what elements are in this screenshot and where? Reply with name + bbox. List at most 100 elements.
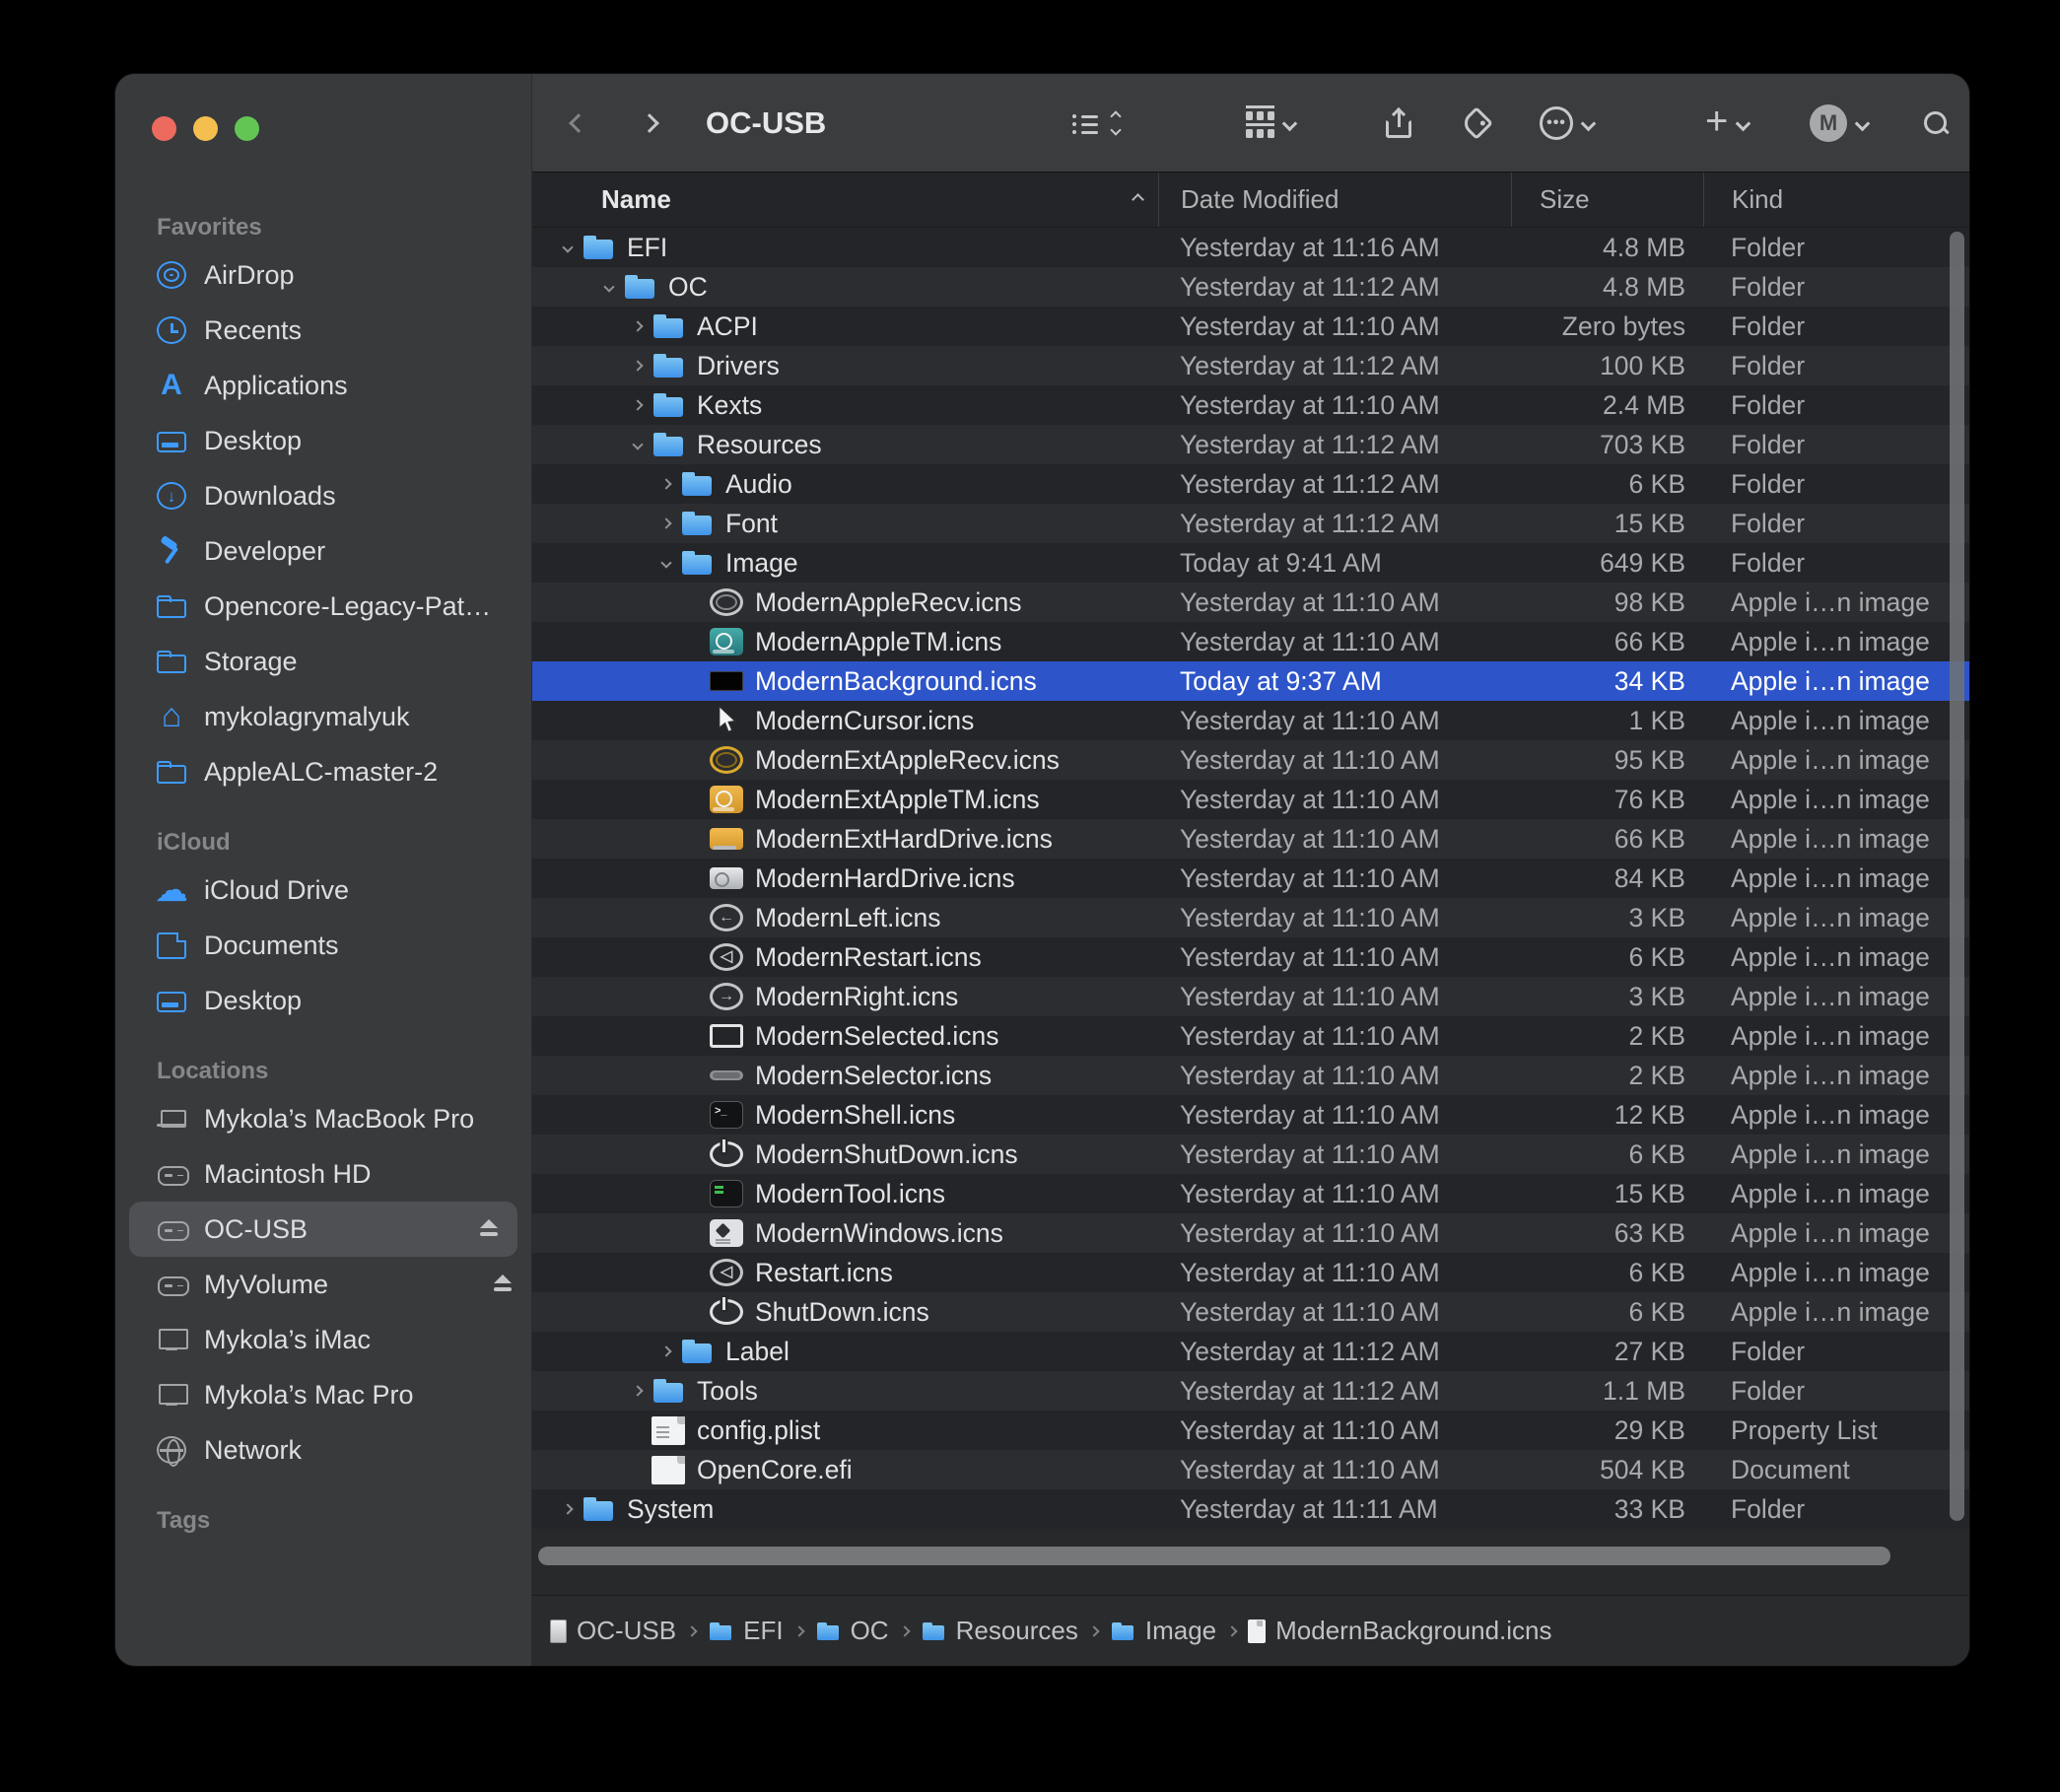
sidebar-item-opencore-legacy-pat-[interactable]: Opencore-Legacy-Pat… <box>115 579 531 634</box>
disclosure-down-icon[interactable] <box>595 283 623 291</box>
file-row[interactable]: ModernBackground.icnsToday at 9:37 AM34 … <box>532 661 1969 701</box>
file-row[interactable]: SystemYesterday at 11:11 AM33 KBFolder <box>532 1489 1969 1529</box>
file-row[interactable]: ModernAppleTM.icnsYesterday at 11:10 AM6… <box>532 622 1969 661</box>
file-row[interactable]: ToolsYesterday at 11:12 AM1.1 MBFolder <box>532 1371 1969 1411</box>
column-header-name[interactable]: Name <box>532 172 1158 227</box>
file-row[interactable]: OpenCore.efiYesterday at 11:10 AM504 KBD… <box>532 1450 1969 1489</box>
sidebar-item-macintosh-hd[interactable]: Macintosh HD <box>115 1146 531 1202</box>
path-separator-icon <box>793 1625 804 1636</box>
file-row[interactable]: KextsYesterday at 11:10 AM2.4 MBFolder <box>532 385 1969 425</box>
file-row[interactable]: DriversYesterday at 11:12 AM100 KBFolder <box>532 346 1969 385</box>
sidebar-item-icloud-drive[interactable]: iCloud Drive <box>115 862 531 918</box>
disclosure-down-icon[interactable] <box>624 441 652 448</box>
disclosure-right-icon[interactable] <box>652 480 680 488</box>
sidebar-item-myvolume[interactable]: MyVolume <box>115 1257 531 1312</box>
horizontal-scrollbar[interactable] <box>538 1547 1890 1565</box>
disclosure-down-icon[interactable] <box>652 559 680 567</box>
file-row[interactable]: ModernTool.icnsYesterday at 11:10 AM15 K… <box>532 1174 1969 1213</box>
file-row[interactable]: ModernWindows.icnsYesterday at 11:10 AM6… <box>532 1213 1969 1253</box>
column-header-size[interactable]: Size <box>1511 172 1703 227</box>
file-row[interactable]: ResourcesYesterday at 11:12 AM703 KBFold… <box>532 425 1969 464</box>
disclosure-right-icon[interactable] <box>652 1347 680 1355</box>
vertical-scrollbar[interactable] <box>1950 232 1964 1521</box>
file-row[interactable]: ←ModernLeft.icnsYesterday at 11:10 AM3 K… <box>532 898 1969 937</box>
account-button[interactable]: M <box>1810 74 1868 172</box>
disclosure-right-icon[interactable] <box>624 322 652 330</box>
file-row[interactable]: ModernExtAppleTM.icnsYesterday at 11:10 … <box>532 780 1969 819</box>
sidebar-item-recents[interactable]: Recents <box>115 303 531 358</box>
file-row[interactable]: LabelYesterday at 11:12 AM27 KBFolder <box>532 1332 1969 1371</box>
eject-icon[interactable] <box>476 1217 502 1241</box>
column-header-kind[interactable]: Kind <box>1703 172 1969 227</box>
file-row[interactable]: ACPIYesterday at 11:10 AMZero bytesFolde… <box>532 307 1969 346</box>
sidebar-item-label: Desktop <box>204 426 515 456</box>
disclosure-right-icon[interactable] <box>624 401 652 409</box>
file-row[interactable]: ModernExtHardDrive.icnsYesterday at 11:1… <box>532 819 1969 859</box>
close-button[interactable] <box>152 116 176 141</box>
name-cell: ◁Restart.icns <box>532 1253 1158 1292</box>
eject-icon[interactable] <box>490 1273 515 1296</box>
sidebar-item-airdrop[interactable]: AirDrop <box>115 247 531 303</box>
file-row[interactable]: OCYesterday at 11:12 AM4.8 MBFolder <box>532 267 1969 307</box>
pathbar-item[interactable]: Image <box>1110 1616 1216 1646</box>
column-header-date[interactable]: Date Modified <box>1158 172 1511 227</box>
view-mode-button[interactable] <box>1072 74 1120 172</box>
file-row[interactable]: →ModernRight.icnsYesterday at 11:10 AM3 … <box>532 977 1969 1016</box>
file-row[interactable]: ModernShutDown.icnsYesterday at 11:10 AM… <box>532 1135 1969 1174</box>
file-row[interactable]: ModernAppleRecv.icnsYesterday at 11:10 A… <box>532 583 1969 622</box>
file-row[interactable]: ImageToday at 9:41 AM649 KBFolder <box>532 543 1969 583</box>
disclosure-right-icon[interactable] <box>624 1387 652 1395</box>
pathbar-item[interactable]: Resources <box>921 1616 1078 1646</box>
file-row[interactable]: ModernCursor.icnsYesterday at 11:10 AM1 … <box>532 701 1969 740</box>
disclosure-right-icon[interactable] <box>624 362 652 370</box>
file-row[interactable]: ModernShell.icnsYesterday at 11:10 AM12 … <box>532 1095 1969 1135</box>
share-button[interactable] <box>1386 74 1411 172</box>
sidebar-item-mykola-s-imac[interactable]: Mykola’s iMac <box>115 1312 531 1367</box>
file-row[interactable]: ModernSelected.icnsYesterday at 11:10 AM… <box>532 1016 1969 1056</box>
file-row[interactable]: ShutDown.icnsYesterday at 11:10 AM6 KBAp… <box>532 1292 1969 1332</box>
sidebar-item-mykola-s-macbook-pro[interactable]: Mykola’s MacBook Pro <box>115 1091 531 1146</box>
tag-button[interactable] <box>1465 74 1488 172</box>
file-row[interactable]: FontYesterday at 11:12 AM15 KBFolder <box>532 504 1969 543</box>
sidebar-item-desktop[interactable]: Desktop <box>115 413 531 468</box>
disclosure-down-icon[interactable] <box>554 243 582 251</box>
more-actions-button[interactable]: ••• <box>1540 74 1594 172</box>
disclosure-right-icon[interactable] <box>554 1505 582 1513</box>
sidebar-item-mykolagrymalyuk[interactable]: mykolagrymalyuk <box>115 689 531 744</box>
group-by-button[interactable] <box>1246 74 1295 172</box>
sidebar-item-desktop[interactable]: Desktop <box>115 973 531 1028</box>
disclosure-right-icon[interactable] <box>652 519 680 527</box>
pathbar-item[interactable]: EFI <box>708 1616 783 1646</box>
pathbar-item[interactable]: OC <box>815 1616 889 1646</box>
sidebar-item-documents[interactable]: Documents <box>115 918 531 973</box>
sidebar-item-network[interactable]: Network <box>115 1422 531 1478</box>
minimize-button[interactable] <box>193 116 218 141</box>
sidebar-item-storage[interactable]: Storage <box>115 634 531 689</box>
sidebar-item-applealc-master-2[interactable]: AppleALC-master-2 <box>115 744 531 799</box>
pathbar-item[interactable]: OC-USB <box>550 1616 676 1646</box>
file-row[interactable]: ModernHardDrive.icnsYesterday at 11:10 A… <box>532 859 1969 898</box>
sidebar-item-developer[interactable]: Developer <box>115 523 531 579</box>
file-row[interactable]: ◁Restart.icnsYesterday at 11:10 AM6 KBAp… <box>532 1253 1969 1292</box>
chevron-icon <box>562 1503 573 1514</box>
file-row[interactable]: ModernExtAppleRecv.icnsYesterday at 11:1… <box>532 740 1969 780</box>
file-row[interactable]: EFIYesterday at 11:16 AM4.8 MBFolder <box>532 228 1969 267</box>
sidebar-item-applications[interactable]: Applications <box>115 358 531 413</box>
new-item-button[interactable]: + <box>1705 74 1749 172</box>
sidebar-item-mykola-s-mac-pro[interactable]: Mykola’s Mac Pro <box>115 1367 531 1422</box>
file-row[interactable]: config.plistYesterday at 11:10 AM29 KBPr… <box>532 1411 1969 1450</box>
traffic-lights <box>152 116 259 141</box>
forward-button[interactable] <box>643 74 656 172</box>
zoom-button[interactable] <box>235 116 259 141</box>
search-button[interactable] <box>1922 74 1950 172</box>
back-button[interactable] <box>572 74 585 172</box>
sidebar-item-oc-usb[interactable]: OC-USB <box>129 1202 517 1257</box>
pathbar-item[interactable]: ModernBackground.icns <box>1248 1616 1551 1646</box>
file-row[interactable]: ModernSelector.icnsYesterday at 11:10 AM… <box>532 1056 1969 1095</box>
sidebar-item-downloads[interactable]: Downloads <box>115 468 531 523</box>
size-cell: 34 KB <box>1511 661 1703 701</box>
file-row[interactable]: AudioYesterday at 11:12 AM6 KBFolder <box>532 464 1969 504</box>
file-row[interactable]: ◁ModernRestart.icnsYesterday at 11:10 AM… <box>532 937 1969 977</box>
file-name: ModernExtAppleRecv.icns <box>755 745 1060 776</box>
name-cell: ModernShutDown.icns <box>532 1135 1158 1174</box>
